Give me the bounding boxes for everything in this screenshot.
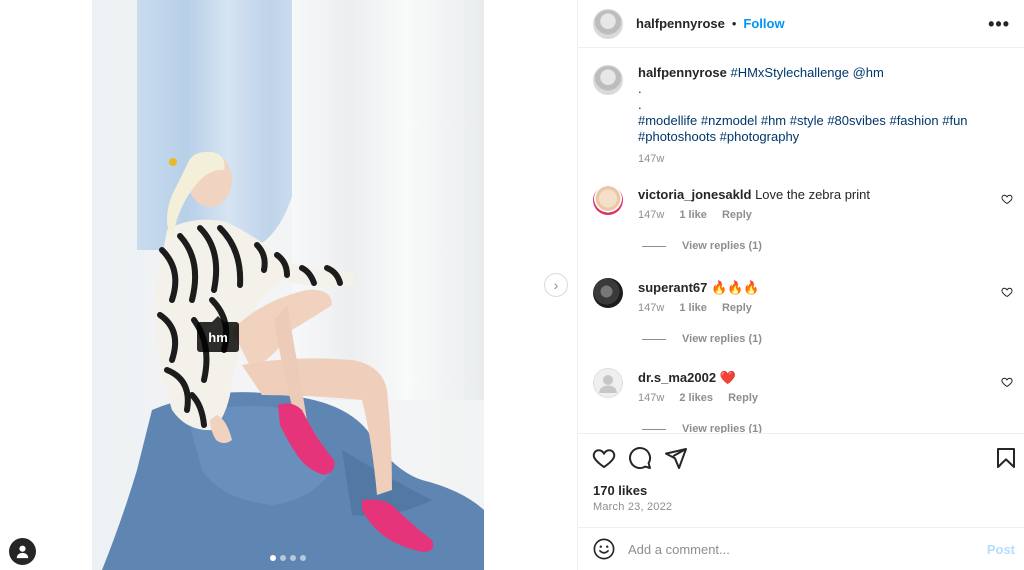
add-comment-bar: Post: [578, 527, 1024, 570]
post-photo[interactable]: hm: [92, 0, 484, 570]
caption-text: halfpennyrose #HMxStylechallenge @hm . .…: [638, 65, 1018, 167]
comment-meta: 147w 1 like Reply: [638, 209, 752, 221]
view-replies-button[interactable]: View replies (1): [642, 333, 762, 345]
post-actions-bar: [578, 433, 1024, 481]
carousel-dot-3: [290, 555, 296, 561]
caption-dot-line: .: [638, 97, 642, 112]
post-comment-button[interactable]: Post: [987, 542, 1015, 557]
comment-meta: 147w 2 likes Reply: [638, 392, 758, 404]
comment-reply-button[interactable]: Reply: [722, 209, 752, 221]
carousel-dot-4: [300, 555, 306, 561]
replies-divider-line: [642, 428, 666, 430]
comment-reply-button[interactable]: Reply: [722, 302, 752, 314]
commenter-avatar[interactable]: [593, 278, 623, 308]
post-header: halfpennyrose • Follow •••: [578, 0, 1024, 48]
comments-scroll-area[interactable]: halfpennyrose #HMxStylechallenge @hm . .…: [578, 49, 1024, 433]
heart-icon[interactable]: [592, 446, 616, 470]
replies-divider-line: [642, 338, 666, 340]
view-replies-label: View replies (1): [682, 333, 762, 345]
default-user-icon: [599, 375, 617, 393]
commenter-avatar[interactable]: [593, 368, 623, 398]
profile-button[interactable]: [9, 538, 36, 565]
caption-author-avatar[interactable]: [593, 65, 623, 95]
comment-username[interactable]: victoria_jonesakld: [638, 187, 751, 202]
carousel-dot-2: [280, 555, 286, 561]
caption-username[interactable]: halfpennyrose: [638, 65, 727, 80]
follow-button[interactable]: Follow: [743, 16, 784, 31]
paper-plane-icon[interactable]: [664, 446, 688, 470]
comment-message: 🔥🔥🔥: [711, 280, 760, 295]
caption-first-line-tags[interactable]: #HMxStylechallenge @hm: [730, 65, 883, 80]
comment-like-heart-icon[interactable]: [1001, 376, 1013, 388]
comment-age: 147w: [638, 392, 665, 404]
comment-age: 147w: [638, 209, 665, 221]
replies-divider-line: [642, 245, 666, 247]
add-comment-input[interactable]: [628, 541, 958, 557]
comment-like-heart-icon[interactable]: [1001, 193, 1013, 205]
like-count[interactable]: 170 likes: [593, 483, 647, 498]
view-replies-label: View replies (1): [682, 423, 762, 433]
comment-like-count[interactable]: 1 like: [679, 209, 707, 221]
comment-message: ❤️: [719, 370, 736, 385]
post-detail-panel: halfpennyrose • Follow ••• halfpennyrose…: [577, 0, 1024, 570]
view-replies-label: View replies (1): [682, 240, 762, 252]
comment-like-count[interactable]: 1 like: [679, 302, 707, 314]
product-tag-hm[interactable]: hm: [197, 316, 239, 352]
speech-bubble-icon[interactable]: [628, 446, 652, 470]
comment-username[interactable]: dr.s_ma2002: [638, 370, 716, 385]
smiley-icon[interactable]: [593, 538, 615, 560]
user-icon: [16, 545, 29, 559]
caption-dot-line: .: [638, 81, 642, 96]
comment-like-count[interactable]: 2 likes: [679, 392, 713, 404]
post-date: March 23, 2022: [593, 501, 673, 513]
caption-hashtags[interactable]: #modellife #nzmodel #hm #style #80svibes…: [638, 113, 1018, 145]
comment-like-heart-icon[interactable]: [1001, 286, 1013, 298]
caption-age: 147w: [638, 153, 665, 165]
bookmark-icon[interactable]: [994, 446, 1018, 470]
view-replies-button[interactable]: View replies (1): [642, 240, 762, 252]
author-avatar[interactable]: [593, 8, 623, 39]
instagram-post-view: hm › halfpennyrose • Follow ••• halfpenn…: [0, 0, 1024, 570]
view-replies-button[interactable]: View replies (1): [642, 423, 762, 433]
comment-text: victoria_jonesakld Love the zebra print: [638, 187, 998, 203]
carousel-dot-1: [270, 555, 276, 561]
carousel-next-button[interactable]: ›: [544, 273, 568, 297]
more-options-icon[interactable]: •••: [988, 14, 1010, 35]
model-figure-illustration: [102, 151, 484, 570]
comment-reply-button[interactable]: Reply: [728, 392, 758, 404]
comment-meta: 147w 1 like Reply: [638, 302, 752, 314]
carousel-indicator: [270, 555, 306, 561]
comment-username[interactable]: superant67: [638, 280, 707, 295]
comment-age: 147w: [638, 302, 665, 314]
comment-text: dr.s_ma2002 ❤️: [638, 370, 998, 386]
comment-text: superant67 🔥🔥🔥: [638, 280, 998, 296]
comment-message: Love the zebra print: [755, 187, 870, 202]
commenter-avatar[interactable]: [593, 185, 623, 215]
header-separator: •: [731, 16, 737, 31]
author-username[interactable]: halfpennyrose: [636, 16, 725, 31]
chevron-right-icon: ›: [553, 277, 559, 293]
